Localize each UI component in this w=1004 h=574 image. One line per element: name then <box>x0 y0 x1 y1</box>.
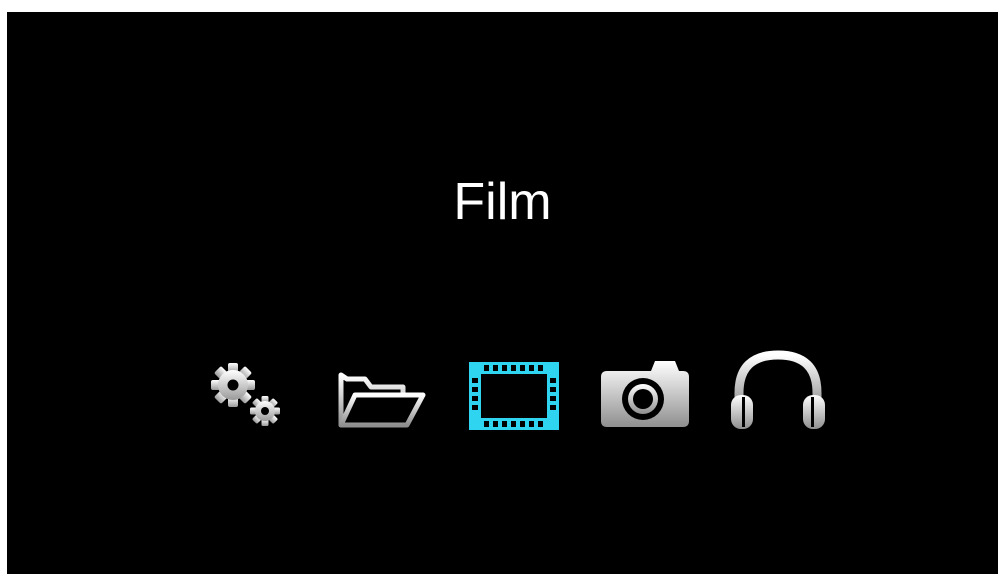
settings-gears-icon <box>211 363 280 426</box>
selected-item-title: Film <box>453 173 552 231</box>
camera-menu-item[interactable] <box>599 355 691 430</box>
headphones-icon <box>731 350 825 429</box>
settings-menu-item[interactable] <box>205 355 285 430</box>
film-menu-item[interactable] <box>467 360 561 432</box>
film-strip-icon <box>469 362 559 430</box>
camera-icon <box>601 361 689 427</box>
media-player-menu-screen: Film <box>7 12 998 574</box>
folder-menu-item[interactable] <box>337 367 427 429</box>
music-menu-item[interactable] <box>727 347 829 431</box>
folder-open-icon <box>338 372 426 428</box>
